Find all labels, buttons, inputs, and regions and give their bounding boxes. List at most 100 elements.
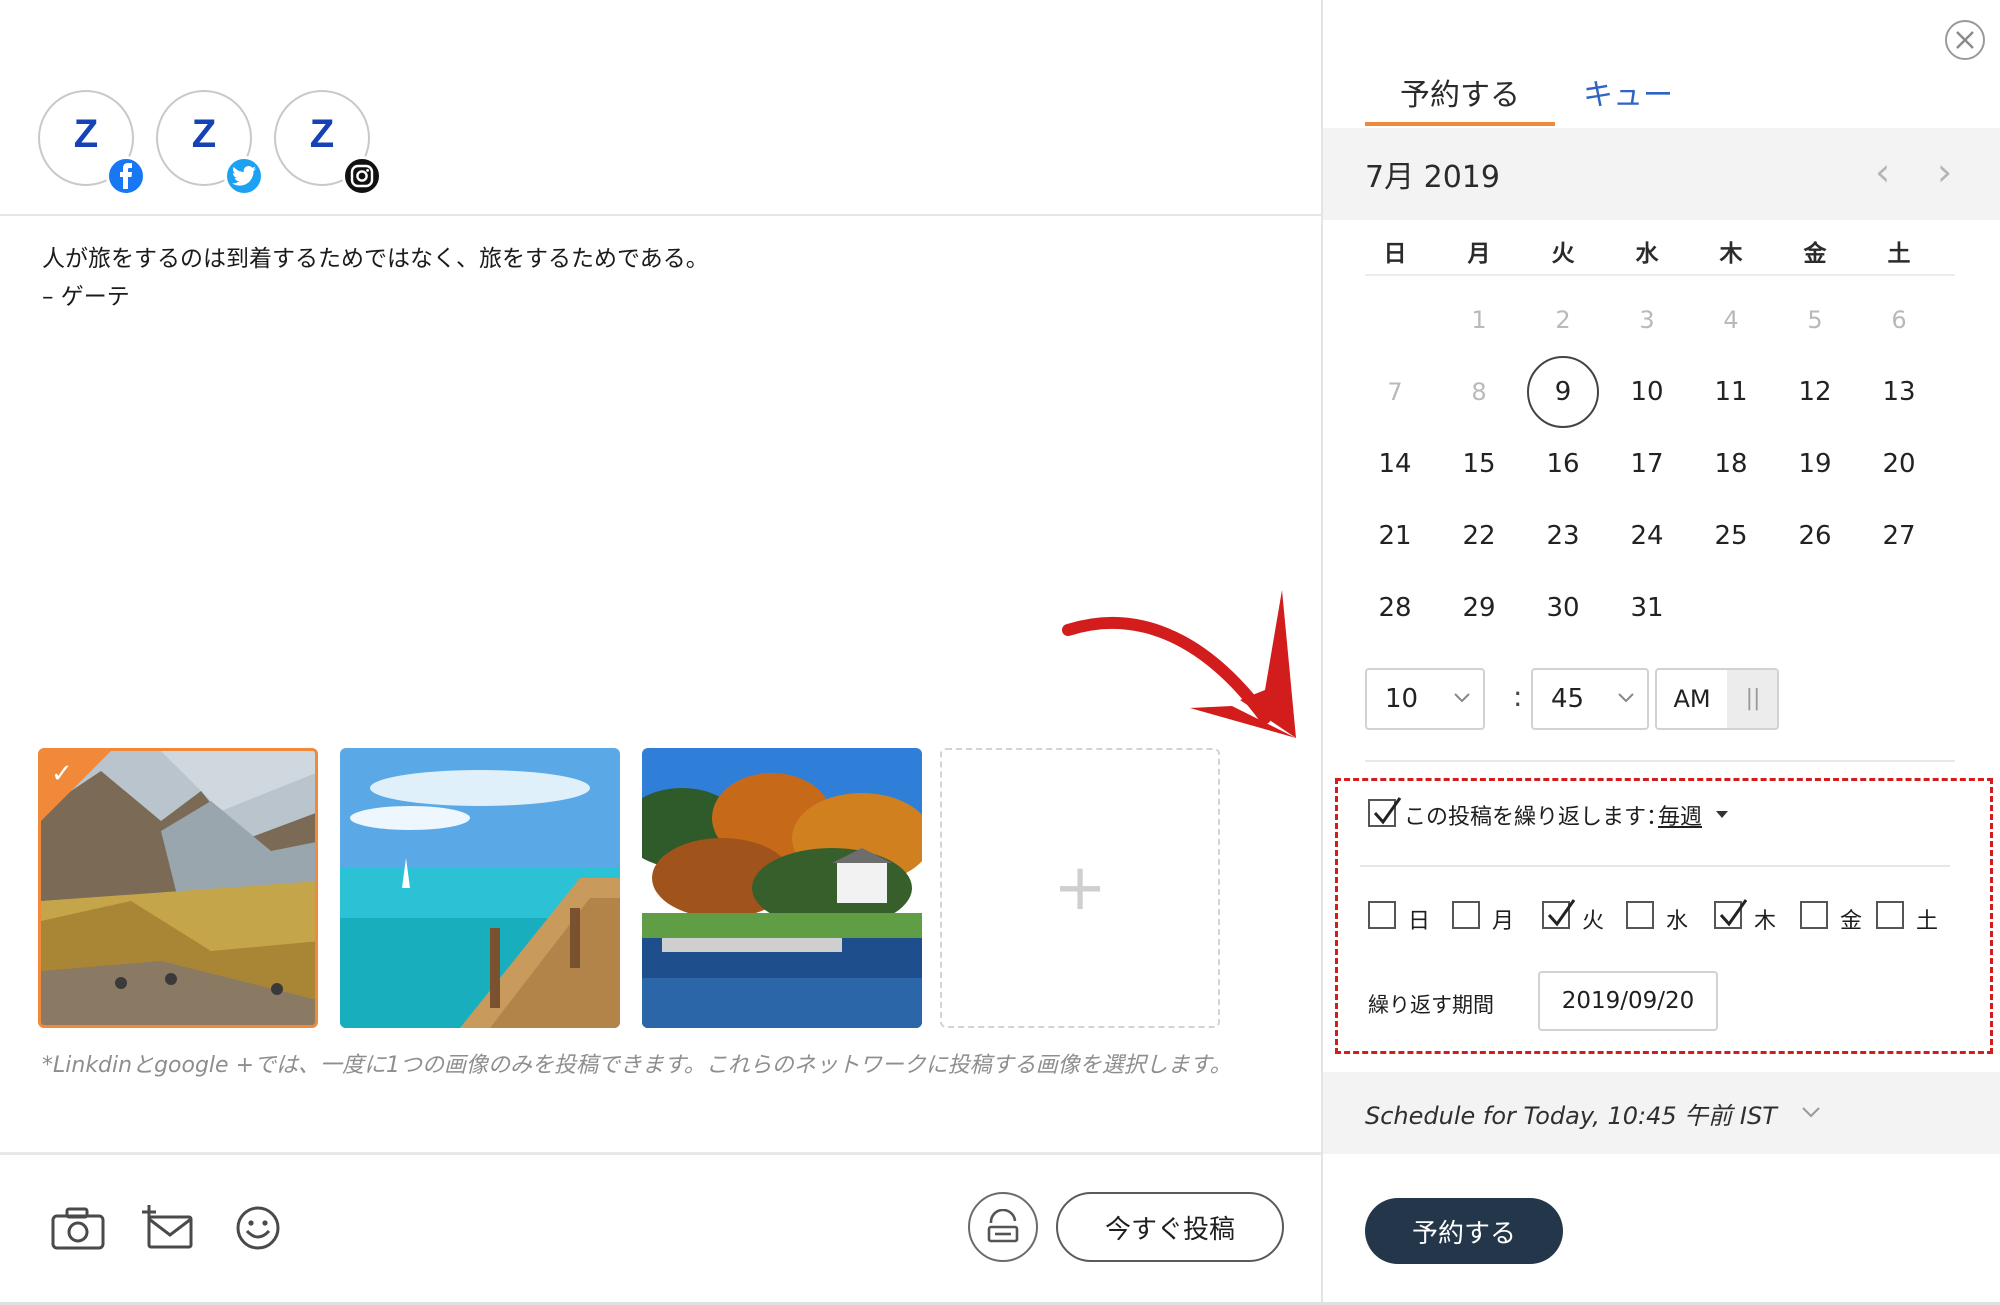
calendar-day[interactable]: 13 [1869,362,1929,422]
facebook-icon [106,156,146,196]
time-colon: : [1513,680,1523,713]
post-text-area[interactable]: 人が旅をするのは到着するためではなく、旅をするためである。 – ゲーテ [42,240,1242,316]
divider [0,1152,1321,1155]
calendar-day[interactable]: 29 [1449,578,1509,638]
schedule-summary[interactable]: Schedule for Today, 10:45 午前 IST [1323,1072,2000,1154]
checkmark-icon: ✓ [51,759,73,789]
calendar-day[interactable]: 21 [1365,506,1425,566]
weekday-label: 木 [1719,241,1743,267]
calendar-day[interactable]: 11 [1701,362,1761,422]
calendar-day[interactable]: 16 [1533,434,1593,494]
repeat-day-label: 木 [1754,909,1777,934]
caret-down-icon [1716,811,1728,818]
emoji-icon[interactable] [228,1198,288,1258]
calendar-day[interactable]: 24 [1617,506,1677,566]
weekday-label: 金 [1803,241,1827,267]
calendar-day: 8 [1471,378,1487,406]
calendar-day[interactable]: 30 [1533,578,1593,638]
chevron-down-icon [1454,693,1470,703]
calendar-day-today[interactable]: 9 [1527,356,1599,428]
weekday-label: 日 [1383,241,1407,267]
account-avatar-facebook[interactable]: Z [38,90,146,196]
schedule-summary-text: Schedule for Today, 10:45 午前 IST [1365,1102,1777,1130]
add-mail-icon[interactable] [138,1198,198,1258]
calendar-day: 6 [1891,306,1907,334]
repeat-settings-highlight: この投稿を繰り返します： 毎週 日 月 火 水 木 金 土 繰り返す期間 2019/09/2… [1335,778,1993,1054]
calendar-day[interactable]: 19 [1785,434,1845,494]
am-pm-toggle[interactable]: AM || [1655,668,1779,730]
pier-sea-image[interactable] [340,748,620,1028]
calendar-day[interactable]: 18 [1701,434,1761,494]
add-media-button[interactable]: + [940,748,1220,1028]
calendar-day: 7 [1387,378,1403,406]
twitter-icon [224,156,264,196]
calendar-day[interactable]: 12 [1785,362,1845,422]
account-avatar-twitter[interactable]: Z [156,90,264,196]
calendar-day[interactable]: 20 [1869,434,1929,494]
autumn-island-image[interactable] [642,748,922,1028]
repeat-day-checkbox[interactable] [1368,901,1396,929]
hour-value: 10 [1385,684,1419,714]
calendar-day[interactable]: 26 [1785,506,1845,566]
repeat-day-label: 日 [1408,909,1431,934]
schedule-button[interactable]: 予約する [1365,1198,1563,1264]
calendar-day: 4 [1723,306,1739,334]
checkmark-icon [1719,899,1748,927]
repeat-day-checkbox[interactable] [1542,899,1576,929]
post-now-button[interactable]: 今すぐ投稿 [1056,1192,1284,1262]
calendar-header: 7月 2019 ‹ › [1323,128,2000,220]
weekday-header: 日 月 火 水 木 金 土 [1365,228,1955,276]
calendar-day[interactable]: 17 [1617,434,1677,494]
tab-queue[interactable]: キュー [1583,70,1673,126]
repeat-day-checkbox[interactable] [1714,899,1748,929]
hour-select[interactable]: 10 [1365,668,1485,730]
calendar-day[interactable]: 27 [1869,506,1929,566]
weekday-label: 月 [1467,241,1491,267]
calendar-day[interactable]: 25 [1701,506,1761,566]
minute-value: 45 [1551,684,1585,714]
divider [0,214,1321,216]
repeat-day-label: 火 [1582,909,1605,934]
repeat-day-label: 土 [1916,909,1939,934]
repeat-checkbox[interactable] [1368,797,1402,827]
minute-select[interactable]: 45 [1531,668,1649,730]
prev-month-icon[interactable]: ‹ [1875,150,1890,194]
repeat-until-input[interactable]: 2019/09/20 [1538,971,1718,1031]
save-draft-icon[interactable] [968,1192,1038,1262]
pm-option[interactable]: || [1727,670,1777,728]
post-composer: Z Z Z 人が旅をするのは到着するためではなく、旅をするためである。 – ゲー… [0,0,1321,1305]
am-option[interactable]: AM [1657,670,1727,728]
repeat-day-checkbox[interactable] [1876,901,1904,929]
calendar-day[interactable]: 15 [1449,434,1509,494]
repeat-day-checkbox[interactable] [1626,901,1654,929]
calendar-day[interactable]: 31 [1617,578,1677,638]
camera-icon[interactable] [48,1198,108,1258]
calendar-day[interactable]: 28 [1365,578,1425,638]
chevron-down-icon [1802,1107,1820,1118]
calendar-day: 1 [1471,306,1487,334]
tab-schedule[interactable]: 予約する [1365,70,1555,126]
post-text-line: 人が旅をするのは到着するためではなく、旅をするためである。 [42,246,709,272]
weekday-label: 土 [1887,241,1911,267]
mountain-valley-image[interactable]: ✓ [38,748,318,1028]
chevron-down-icon [1618,693,1634,703]
repeat-day-label: 金 [1840,909,1863,934]
calendar-day[interactable]: 23 [1533,506,1593,566]
repeat-label: この投稿を繰り返します： [1404,805,1669,830]
calendar-days: 1 2 3 4 5 6 7 8 9 10 11 12 13 14 15 16 17 18 19 20 21 22 23 24 2… [1365,290,1955,650]
repeat-frequency-dropdown[interactable]: 毎週 [1658,799,1702,831]
instagram-icon [342,156,382,196]
calendar-day[interactable]: 10 [1617,362,1677,422]
calendar-day: 3 [1639,306,1655,334]
account-avatar-instagram[interactable]: Z [274,90,382,196]
repeat-day-checkbox[interactable] [1800,901,1828,929]
time-picker: 10 : 45 AM || [1365,668,1985,730]
close-icon[interactable] [1945,20,1985,60]
repeat-day-checkbox[interactable] [1452,901,1480,929]
calendar-day[interactable]: 14 [1365,434,1425,494]
schedule-panel: 予約する キュー 7月 2019 ‹ › 日 月 火 水 木 金 土 12345… [1321,0,2000,1305]
next-month-icon[interactable]: › [1937,150,1952,194]
calendar-day[interactable]: 22 [1449,506,1509,566]
post-text-line: – ゲーテ [42,284,130,310]
month-label: 7月 2019 [1365,160,1500,195]
